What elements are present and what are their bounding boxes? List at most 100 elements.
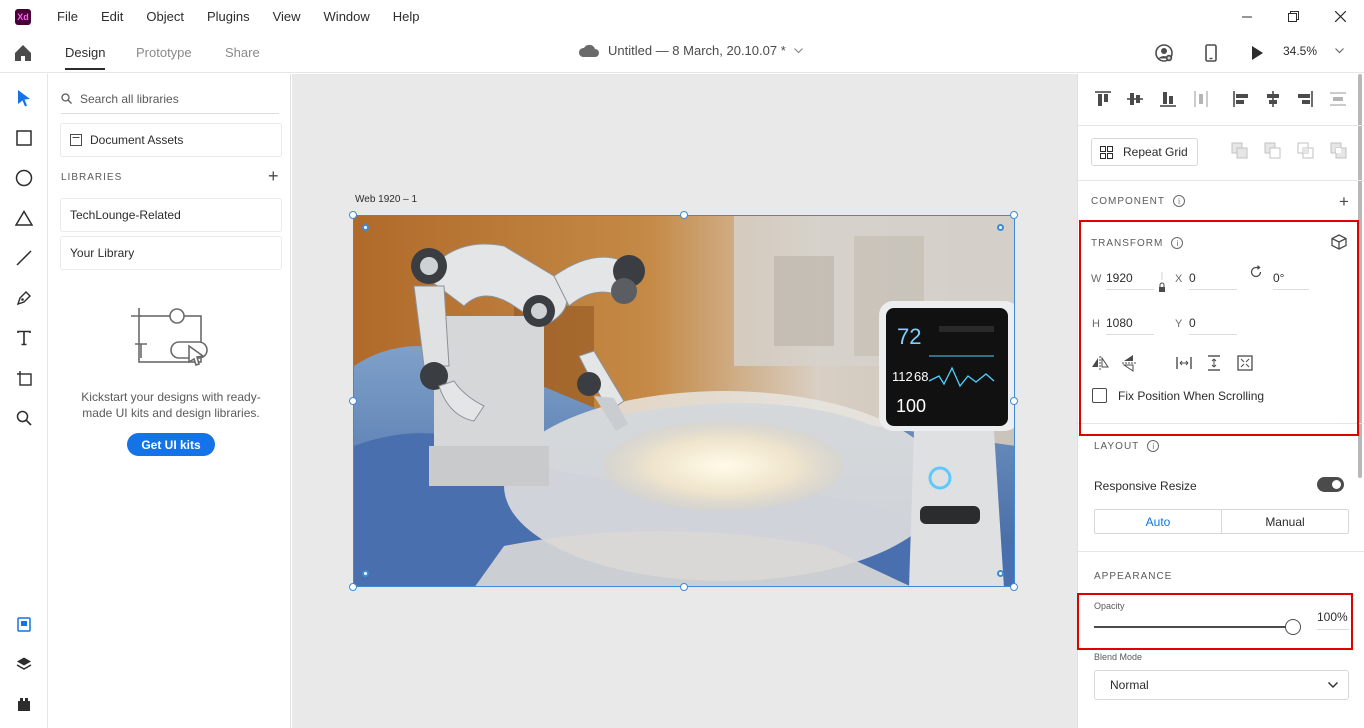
plugin-icon: [18, 698, 30, 711]
repeat-grid-button[interactable]: Repeat Grid: [1091, 138, 1198, 166]
add-library-button[interactable]: +: [268, 167, 279, 185]
line-tool[interactable]: [13, 247, 35, 269]
document-assets-item[interactable]: Document Assets: [61, 124, 281, 156]
close-window-button[interactable]: [1317, 0, 1364, 33]
restore-button[interactable]: [1270, 0, 1317, 33]
lock-icon[interactable]: [1158, 272, 1166, 298]
plugins-panel-button[interactable]: [13, 693, 35, 715]
blend-mode-select[interactable]: Normal: [1094, 670, 1349, 700]
libraries-section-title: LIBRARIES: [61, 172, 123, 183]
width-field[interactable]: 1920: [1106, 270, 1154, 290]
menu-edit[interactable]: Edit: [101, 9, 123, 24]
resize-handle[interactable]: [1010, 583, 1018, 591]
distribute-spacing-vertical-icon[interactable]: [1205, 354, 1223, 372]
libraries-panel-button[interactable]: [13, 613, 35, 635]
artboard-name[interactable]: Web 1920 – 1: [355, 194, 417, 205]
inspector-scrollbar[interactable]: [1358, 74, 1362, 478]
align-right-icon[interactable]: [1296, 90, 1314, 108]
flip-vertical-icon[interactable]: [1120, 354, 1138, 372]
distribute-spacing-horizontal-icon[interactable]: [1175, 354, 1193, 372]
corner-radius-handle[interactable]: [997, 570, 1004, 577]
fix-position-checkbox[interactable]: [1092, 388, 1107, 403]
info-icon[interactable]: i: [1173, 195, 1185, 207]
ui-kits-blurb: Kickstart your designs with ready-made U…: [81, 390, 261, 420]
polygon-tool[interactable]: [13, 207, 35, 229]
restore-icon: [1288, 11, 1299, 22]
component-title-text: COMPONENT: [1091, 195, 1165, 207]
artboard-tool[interactable]: [13, 367, 35, 389]
menu-help[interactable]: Help: [393, 9, 420, 24]
play-preview-button[interactable]: [1247, 43, 1267, 63]
tab-share[interactable]: Share: [225, 45, 260, 60]
flip-horizontal-icon[interactable]: [1091, 354, 1109, 372]
get-ui-kits-button[interactable]: Get UI kits: [127, 433, 215, 456]
tab-prototype[interactable]: Prototype: [136, 45, 192, 60]
align-center-icon[interactable]: [1264, 90, 1282, 108]
boolean-subtract-icon[interactable]: [1264, 142, 1282, 160]
x-position-field[interactable]: 0: [1189, 270, 1237, 290]
distribute-vertical-icon[interactable]: [1329, 90, 1347, 108]
align-bottom-icon[interactable]: [1159, 90, 1177, 108]
share-user-button[interactable]: [1154, 43, 1174, 63]
zoom-control[interactable]: 34.5%: [1283, 44, 1344, 58]
tab-design[interactable]: Design: [65, 45, 106, 70]
height-field[interactable]: 1080: [1106, 315, 1154, 335]
opacity-slider-track[interactable]: [1094, 626, 1290, 628]
boolean-exclude-icon[interactable]: [1330, 142, 1348, 160]
tool-bar: [0, 74, 48, 728]
resize-handle[interactable]: [349, 211, 357, 219]
resize-handle[interactable]: [1010, 211, 1018, 219]
library-item[interactable]: TechLounge-Related: [61, 199, 281, 231]
resize-handle[interactable]: [680, 583, 688, 591]
minimize-button[interactable]: [1223, 0, 1270, 33]
menu-file[interactable]: File: [57, 9, 78, 24]
rotation-field[interactable]: 0°: [1273, 270, 1309, 290]
opacity-slider-knob[interactable]: [1285, 619, 1301, 635]
y-position-field[interactable]: 0: [1189, 315, 1237, 335]
3d-transform-cube-icon[interactable]: [1331, 234, 1347, 250]
info-icon[interactable]: i: [1171, 237, 1184, 249]
resize-handle[interactable]: [349, 397, 357, 405]
responsive-resize-label: Responsive Resize: [1094, 479, 1197, 493]
zoom-tool[interactable]: [13, 407, 35, 429]
responsive-resize-toggle[interactable]: [1317, 477, 1344, 492]
ellipse-tool[interactable]: [13, 167, 35, 189]
document-title[interactable]: Untitled — 8 March, 20.10.07 *: [578, 43, 803, 58]
layers-panel-button[interactable]: [13, 653, 35, 675]
boolean-intersect-icon[interactable]: [1297, 142, 1315, 160]
ui-kits-illustration-icon: [131, 308, 208, 367]
fit-to-content-icon[interactable]: [1236, 354, 1254, 372]
align-middle-icon[interactable]: [1126, 90, 1144, 108]
resize-handle[interactable]: [1010, 397, 1018, 405]
corner-radius-handle[interactable]: [362, 570, 369, 577]
text-tool[interactable]: [13, 327, 35, 349]
add-component-button[interactable]: +: [1339, 192, 1349, 212]
resize-handle[interactable]: [349, 583, 357, 591]
menu-object[interactable]: Object: [146, 9, 184, 24]
opacity-value-field[interactable]: 100%: [1317, 610, 1349, 630]
divider: [1078, 423, 1364, 424]
resize-manual-option[interactable]: Manual: [1222, 510, 1348, 533]
pen-tool[interactable]: [13, 287, 35, 309]
corner-radius-handle[interactable]: [997, 224, 1004, 231]
corner-radius-handle[interactable]: [362, 224, 369, 231]
menu-window[interactable]: Window: [324, 9, 370, 24]
menu-view[interactable]: View: [273, 9, 301, 24]
library-item[interactable]: Your Library: [61, 237, 281, 269]
rectangle-tool[interactable]: [13, 127, 35, 149]
home-button[interactable]: [12, 42, 34, 64]
design-canvas[interactable]: Web 1920 – 1 72 112 68 100: [292, 74, 1077, 728]
boolean-add-icon[interactable]: [1231, 142, 1249, 160]
align-top-icon[interactable]: [1094, 90, 1112, 108]
align-left-icon[interactable]: [1232, 90, 1250, 108]
resize-handle[interactable]: [680, 211, 688, 219]
artboard-image[interactable]: 72 112 68 100: [353, 215, 1015, 587]
resize-auto-option[interactable]: Auto: [1095, 510, 1222, 533]
pen-icon: [16, 291, 31, 306]
menu-plugins[interactable]: Plugins: [207, 9, 250, 24]
info-icon[interactable]: i: [1147, 440, 1160, 452]
select-tool[interactable]: [13, 87, 35, 109]
distribute-horizontal-icon[interactable]: [1192, 90, 1210, 108]
device-preview-button[interactable]: [1201, 43, 1221, 63]
library-search[interactable]: Search all libraries: [61, 84, 279, 114]
